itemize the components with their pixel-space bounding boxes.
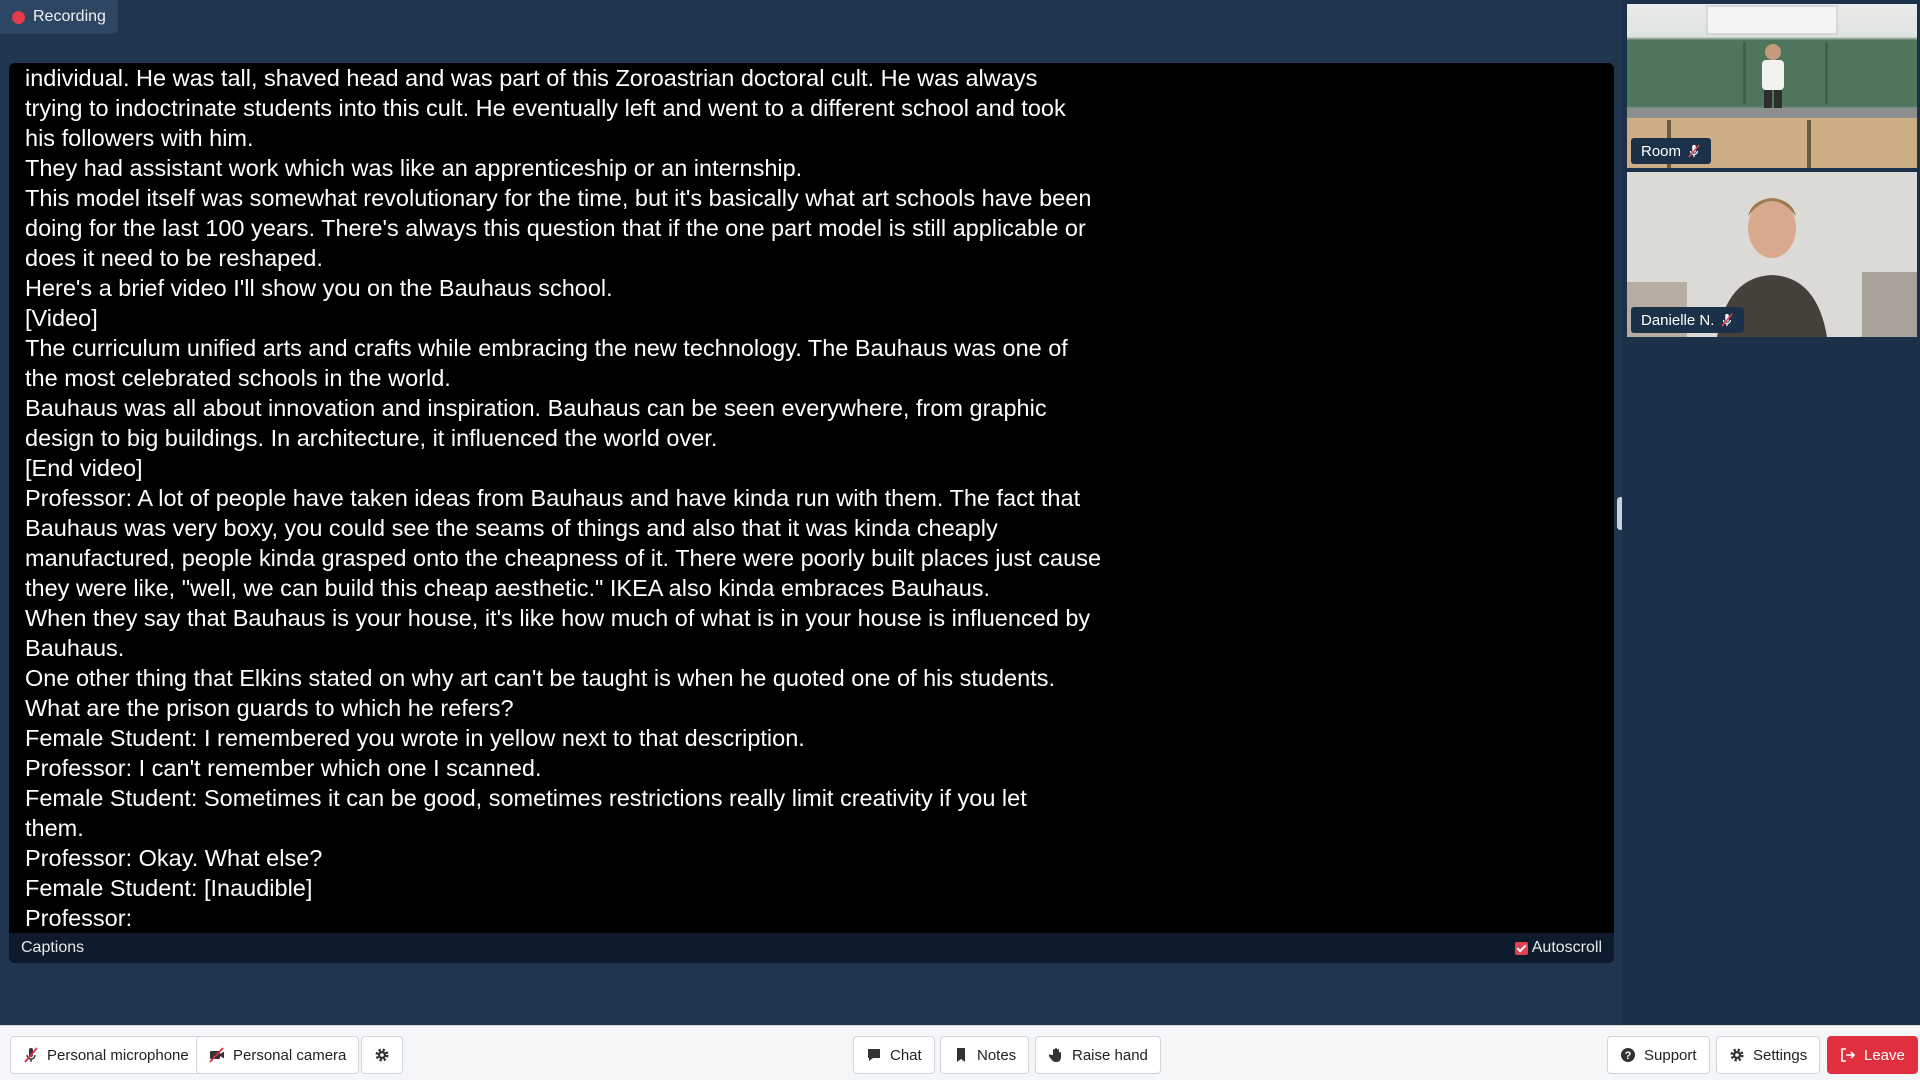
leave-label: Leave (1864, 1046, 1905, 1064)
support-button[interactable]: ? Support (1607, 1036, 1710, 1074)
autoscroll-label: Autoscroll (1531, 939, 1602, 956)
caption-line: This model itself was somewhat revolutio… (25, 185, 1092, 211)
chat-label: Chat (890, 1046, 922, 1064)
gear-icon (375, 1048, 389, 1062)
participant-name-tag: Danielle N. (1631, 307, 1745, 333)
chat-icon (868, 1049, 880, 1061)
personal-microphone-button[interactable]: Personal microphone (10, 1036, 202, 1074)
caption-line: [Video] (25, 305, 98, 331)
captions-text[interactable]: individual. He was tall, shaved head and… (25, 63, 1135, 933)
personal-camera-label: Personal camera (233, 1046, 347, 1064)
bookmark-icon (957, 1048, 965, 1062)
main-area: Recording individual. He was tall, shave… (0, 0, 1624, 1025)
personal-camera-button[interactable]: Personal camera (196, 1036, 360, 1074)
caption-line: the most celebrated schools in the world… (25, 365, 451, 391)
caption-line: Female Student: Sometimes it can be good… (25, 785, 1027, 811)
caption-line: Professor: I can't remember which one I … (25, 755, 542, 781)
leave-button[interactable]: Leave (1827, 1036, 1918, 1074)
svg-text:?: ? (1625, 1050, 1632, 1062)
captions-panel: individual. He was tall, shaved head and… (9, 63, 1614, 963)
caption-line: Professor: (25, 905, 133, 931)
caption-line: they were like, "well, we can build this… (25, 575, 991, 601)
caption-line: them. (25, 815, 84, 841)
caption-line: Bauhaus was very boxy, you could see the… (25, 515, 998, 541)
caption-line: trying to indoctrinate students into thi… (25, 95, 1066, 121)
support-label: Support (1644, 1046, 1697, 1064)
recording-dot-icon (12, 10, 25, 24)
caption-line: Here's a brief video I'll show you on th… (25, 275, 613, 301)
settings-button[interactable]: Settings (1716, 1036, 1821, 1074)
notes-button[interactable]: Notes (940, 1036, 1030, 1074)
device-settings-button[interactable] (361, 1036, 403, 1074)
caption-line: individual. He was tall, shaved head and… (25, 65, 1038, 91)
gear-icon (1730, 1048, 1744, 1062)
participant-tile-room[interactable]: Room (1627, 4, 1917, 168)
autoscroll-toggle[interactable]: Autoscroll (1514, 939, 1602, 957)
caption-line: Female Student: [Inaudible] (25, 875, 313, 901)
settings-label: Settings (1753, 1046, 1808, 1064)
caption-line: Professor: A lot of people have taken id… (25, 485, 1081, 511)
help-icon: ? (1621, 1048, 1635, 1062)
mic-off-icon (1721, 313, 1734, 327)
bottom-toolbar: Personal microphone Personal camera Chat… (0, 1025, 1920, 1080)
captions-footer: Captions Autoscroll (9, 933, 1614, 963)
caption-line: Bauhaus was all about innovation and ins… (25, 395, 1047, 421)
caption-line: his followers with him. (25, 125, 254, 151)
caption-line: manufactured, people kinda grasped onto … (25, 545, 1102, 571)
caption-line: What are the prison guards to which he r… (25, 695, 514, 721)
caption-line: When they say that Bauhaus is your house… (25, 605, 1091, 631)
caption-line: They had assistant work which was like a… (25, 155, 803, 181)
participant-name: Danielle N. (1641, 311, 1715, 329)
notes-label: Notes (977, 1046, 1017, 1064)
caption-line: Professor: Okay. What else? (25, 845, 323, 871)
recording-badge: Recording (0, 0, 118, 34)
caption-line: does it need to be reshaped. (25, 245, 323, 271)
hand-icon (1048, 1048, 1061, 1062)
chat-button[interactable]: Chat (853, 1036, 935, 1074)
mic-off-icon (24, 1047, 38, 1063)
caption-line: design to big buildings. In architecture… (25, 425, 718, 451)
caption-line: doing for the last 100 years. There's al… (25, 215, 1086, 241)
participant-name: Room (1641, 142, 1682, 160)
camera-off-icon (209, 1047, 224, 1063)
caption-line: Female Student: I remembered you wrote i… (25, 725, 805, 751)
caption-line: [End video] (25, 455, 143, 481)
participant-tile-danielle[interactable]: Danielle N. (1627, 172, 1917, 337)
captions-footer-label: Captions (21, 939, 85, 956)
exit-icon (1841, 1048, 1856, 1062)
caption-line: Bauhaus. (25, 635, 125, 661)
participant-name-tag: Room (1631, 138, 1712, 164)
caption-line: The curriculum unified arts and crafts w… (25, 335, 1068, 361)
raise-hand-label: Raise hand (1072, 1046, 1148, 1064)
raise-hand-button[interactable]: Raise hand (1035, 1036, 1161, 1074)
mic-off-icon (1688, 144, 1700, 158)
autoscroll-checkbox[interactable] (1514, 941, 1528, 955)
recording-label: Recording (33, 8, 106, 25)
personal-microphone-label: Personal microphone (47, 1046, 189, 1064)
caption-line: One other thing that Elkins stated on wh… (25, 665, 1056, 691)
